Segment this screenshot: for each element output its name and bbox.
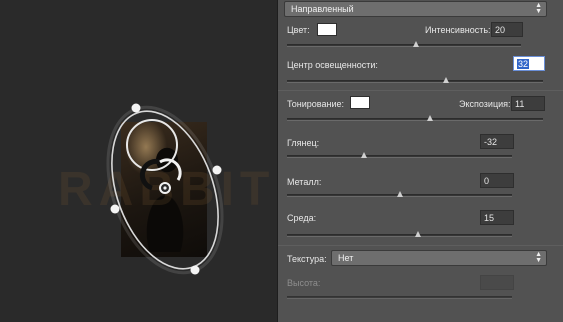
- ambience-label: Среда:: [287, 213, 317, 223]
- ellipse-handle-left[interactable]: [110, 204, 120, 214]
- hotspot-label: Центр освещенности:: [287, 60, 378, 70]
- ambience-slider[interactable]: [287, 231, 512, 237]
- metallic-label: Металл:: [287, 177, 322, 187]
- metallic-slider-thumb[interactable]: [396, 191, 403, 197]
- ellipse-handle-top[interactable]: [131, 103, 141, 113]
- metallic-slider[interactable]: [287, 191, 512, 197]
- height-slider: [287, 296, 512, 299]
- light-color-swatch[interactable]: [317, 23, 337, 36]
- intensity-slider-thumb[interactable]: [412, 41, 419, 47]
- texture-dropdown[interactable]: Нет ▲ ▼: [331, 250, 547, 266]
- texture-value: Нет: [338, 253, 354, 263]
- dropdown-arrows-icon: ▲ ▼: [535, 251, 542, 264]
- height-field: [480, 275, 514, 290]
- intensity-label: Интенсивность:: [425, 25, 491, 35]
- hotspot-slider-thumb[interactable]: [442, 77, 449, 83]
- texture-label: Текстура:: [287, 254, 327, 264]
- color-label: Цвет:: [287, 25, 310, 35]
- gloss-field[interactable]: -32: [480, 134, 514, 149]
- hotspot-value: 32: [517, 59, 530, 69]
- gloss-slider[interactable]: [287, 152, 512, 158]
- exposure-label: Экспозиция:: [459, 99, 511, 109]
- hotspot-slider[interactable]: [287, 77, 543, 83]
- metallic-field[interactable]: 0: [480, 173, 514, 188]
- section-divider: [278, 90, 563, 91]
- ellipse-handle-bottom[interactable]: [190, 265, 200, 275]
- exposure-slider-thumb[interactable]: [427, 115, 434, 121]
- document-canvas[interactable]: RABBIT HOLE: [0, 0, 277, 322]
- section-divider-texture: [278, 245, 563, 246]
- gloss-slider-thumb[interactable]: [360, 152, 367, 158]
- exposure-slider[interactable]: [287, 115, 543, 121]
- ambience-slider-thumb[interactable]: [414, 231, 421, 237]
- ambience-field[interactable]: 15: [480, 210, 514, 225]
- toning-color-swatch[interactable]: [350, 96, 370, 109]
- hotspot-field[interactable]: 32: [513, 56, 545, 71]
- light-type-value: Направленный: [291, 4, 354, 14]
- exposure-field[interactable]: 11: [511, 96, 545, 111]
- height-label: Высота:: [287, 278, 321, 288]
- toning-label: Тонирование:: [287, 99, 344, 109]
- intensity-field[interactable]: 20: [491, 22, 523, 37]
- intensity-ring[interactable]: [139, 158, 161, 191]
- intensity-slider[interactable]: [287, 41, 521, 47]
- properties-panel: Направленный ▲ ▼ Цвет: Интенсивность: 20 …: [277, 0, 563, 322]
- light-type-dropdown[interactable]: Направленный ▲ ▼: [284, 1, 547, 17]
- dropdown-arrows-icon: ▲ ▼: [535, 2, 542, 15]
- ellipse-handle-right[interactable]: [212, 165, 222, 175]
- light-widget[interactable]: [0, 0, 277, 322]
- center-dot: [163, 186, 167, 190]
- gloss-label: Глянец:: [287, 138, 320, 148]
